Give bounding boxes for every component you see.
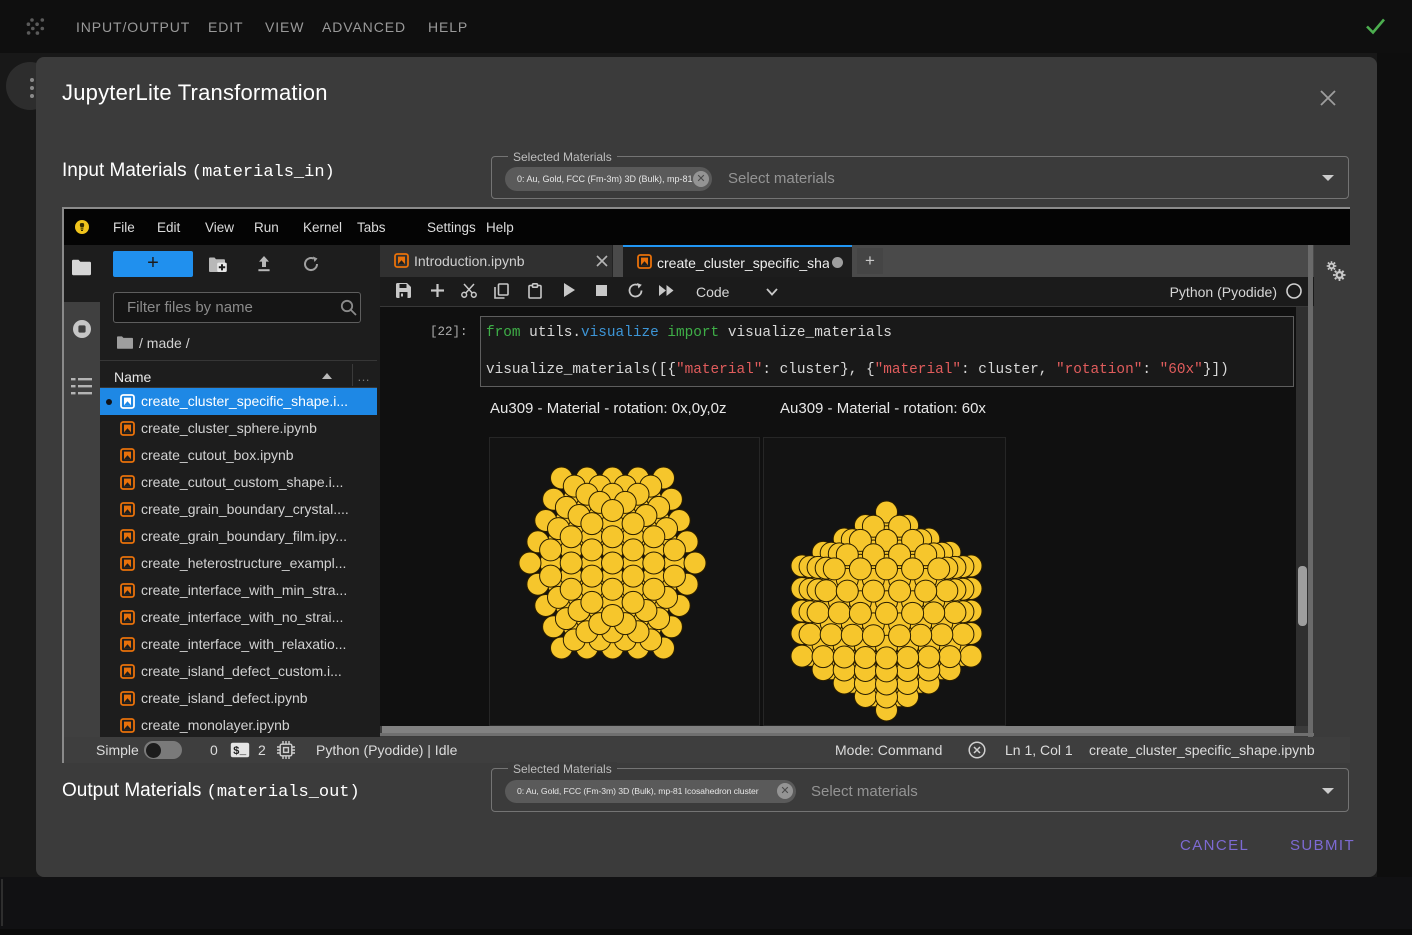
svg-text:$_: $_ (233, 746, 247, 758)
